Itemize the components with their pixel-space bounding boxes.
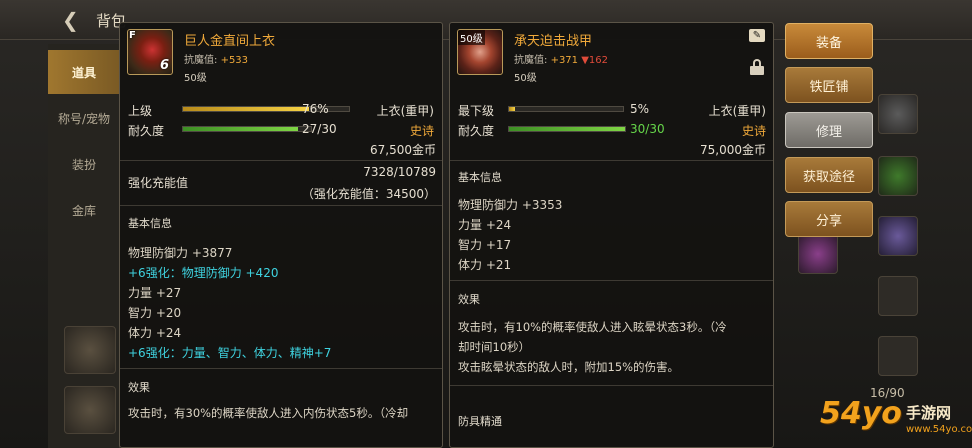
inventory-slot[interactable] bbox=[878, 216, 918, 256]
inventory-slot[interactable] bbox=[878, 276, 918, 316]
effect-text: 攻击眩晕状态的敌人时，附加15%的伤害。 bbox=[458, 360, 680, 374]
stat-line: 体力 +24 bbox=[128, 326, 182, 340]
quality-label: 上级 bbox=[128, 104, 153, 118]
inventory-slot[interactable] bbox=[878, 156, 918, 196]
effect-text: 却时间10秒） bbox=[458, 340, 531, 354]
stat-line: 力量 +27 bbox=[128, 286, 182, 300]
item-armor-icon: F 6 bbox=[127, 29, 173, 75]
edit-icon[interactable]: ✎ bbox=[749, 29, 765, 42]
stat-line: 智力 +20 bbox=[128, 306, 182, 320]
basic-info-title: 基本信息 bbox=[128, 217, 172, 230]
rarity-label: 史诗 bbox=[741, 124, 766, 138]
enhance-charge-note: （强化充能值：34500） bbox=[301, 187, 436, 201]
repair-button[interactable]: 修理 bbox=[785, 112, 873, 148]
tab-items[interactable]: 道具 bbox=[48, 50, 120, 94]
icon-level-tag: 50级 bbox=[458, 30, 485, 45]
divider bbox=[120, 205, 442, 206]
divider bbox=[120, 368, 442, 369]
lock-icon[interactable] bbox=[750, 59, 764, 75]
quality-label: 最下级 bbox=[458, 104, 495, 118]
durability-value: 27/30 bbox=[302, 122, 337, 136]
watermark-number: 54yo bbox=[820, 396, 902, 431]
durability-bar-fill bbox=[509, 127, 625, 131]
bag-slot-thumb[interactable] bbox=[64, 386, 116, 434]
resist-label: 抗魔值: bbox=[184, 55, 218, 66]
divider bbox=[120, 160, 442, 161]
enhance-charge-value: 7328/10789 bbox=[363, 165, 436, 179]
inventory-slot[interactable] bbox=[878, 94, 918, 134]
obtain-source-button[interactable]: 获取途径 bbox=[785, 157, 873, 193]
inventory-slot[interactable] bbox=[878, 336, 918, 376]
durability-label: 耐久度 bbox=[128, 124, 165, 138]
resist-label: 抗魔值: bbox=[514, 55, 548, 66]
stat-line: 物理防御力 +3877 bbox=[128, 246, 233, 260]
inventory-slot[interactable] bbox=[798, 234, 838, 274]
item-price: 67,500金币 bbox=[370, 143, 436, 157]
durability-value: 30/30 bbox=[630, 122, 665, 136]
share-button[interactable]: 分享 bbox=[785, 201, 873, 237]
item-type: 上衣(重甲) bbox=[708, 104, 766, 118]
quality-bar-fill bbox=[509, 107, 515, 111]
stat-line-enhance: +6强化：力量、智力、体力、精神+7 bbox=[128, 346, 332, 360]
quality-percent: 5% bbox=[630, 102, 650, 116]
equip-button[interactable]: 装备 bbox=[785, 23, 873, 59]
armor-mastery-title: 防具精通 bbox=[458, 415, 502, 428]
durability-bar bbox=[182, 126, 312, 132]
watermark-url: www.54yo.com bbox=[906, 424, 972, 435]
stat-line: 体力 +21 bbox=[458, 258, 512, 272]
enhance-charge-label: 强化充能值 bbox=[128, 176, 189, 190]
item-name: 巨人金直间上衣 bbox=[184, 34, 276, 49]
enhance-level-tag: 6 bbox=[159, 58, 169, 73]
equipped-item-tooltip: F 6 巨人金直间上衣 抗魔值: +533 50级 上级 76% 上衣(重甲) … bbox=[119, 22, 443, 448]
quality-bar bbox=[508, 106, 624, 112]
tab-avatar[interactable]: 装扮 bbox=[48, 142, 120, 186]
durability-bar bbox=[508, 126, 626, 132]
tab-vault[interactable]: 金库 bbox=[48, 188, 120, 232]
grade-tag: F bbox=[129, 30, 136, 41]
resist-value: +533 bbox=[220, 55, 249, 66]
rarity-label: 史诗 bbox=[409, 124, 434, 138]
item-armor-icon: 50级 bbox=[457, 29, 503, 75]
blacksmith-button[interactable]: 铁匠铺 bbox=[785, 67, 873, 103]
quality-bar-fill bbox=[183, 107, 310, 111]
effect-text: 攻击时，有10%的概率使敌人进入眩晕状态3秒。（冷 bbox=[458, 320, 727, 334]
tab-titles-pets[interactable]: 称号/宠物 bbox=[48, 96, 120, 140]
stat-line: 力量 +24 bbox=[458, 218, 512, 232]
durability-bar-fill bbox=[183, 127, 299, 131]
item-level: 50级 bbox=[184, 73, 207, 84]
effect-text: 攻击时，有30%的概率使敌人进入内伤状态5秒。（冷却 bbox=[128, 406, 409, 420]
resist-line: 抗魔值: +371 ▼162 bbox=[514, 51, 608, 66]
watermark-name: 手游网 bbox=[906, 404, 952, 422]
item-price: 75,000金币 bbox=[700, 143, 766, 157]
divider bbox=[450, 385, 773, 386]
effect-title: 效果 bbox=[128, 381, 150, 394]
durability-label: 耐久度 bbox=[458, 124, 495, 138]
back-arrow-icon[interactable]: ❮ bbox=[62, 8, 79, 32]
item-type: 上衣(重甲) bbox=[376, 104, 434, 118]
inventory-grid bbox=[778, 44, 928, 444]
divider bbox=[450, 280, 773, 281]
item-level: 50级 bbox=[514, 73, 537, 84]
resist-decrease: ▼162 bbox=[581, 55, 608, 66]
stat-line: 物理防御力 +3353 bbox=[458, 198, 563, 212]
basic-info-title: 基本信息 bbox=[458, 171, 502, 184]
stat-line-enhance: +6强化：物理防御力 +420 bbox=[128, 266, 279, 280]
stat-line: 智力 +17 bbox=[458, 238, 512, 252]
resist-line: 抗魔值: +533 bbox=[184, 51, 248, 66]
bag-slot-thumb[interactable] bbox=[64, 326, 116, 374]
resist-value: +371 bbox=[550, 55, 579, 66]
compare-item-tooltip: 50级 承天迫击战甲 抗魔值: +371 ▼162 50级 ✎ 最下级 5% 上… bbox=[449, 22, 774, 448]
effect-title: 效果 bbox=[458, 293, 480, 306]
divider bbox=[450, 160, 773, 161]
item-name: 承天迫击战甲 bbox=[514, 34, 593, 49]
site-watermark: 54yo 手游网 www.54yo.com bbox=[820, 396, 972, 446]
quality-percent: 76% bbox=[302, 102, 329, 116]
